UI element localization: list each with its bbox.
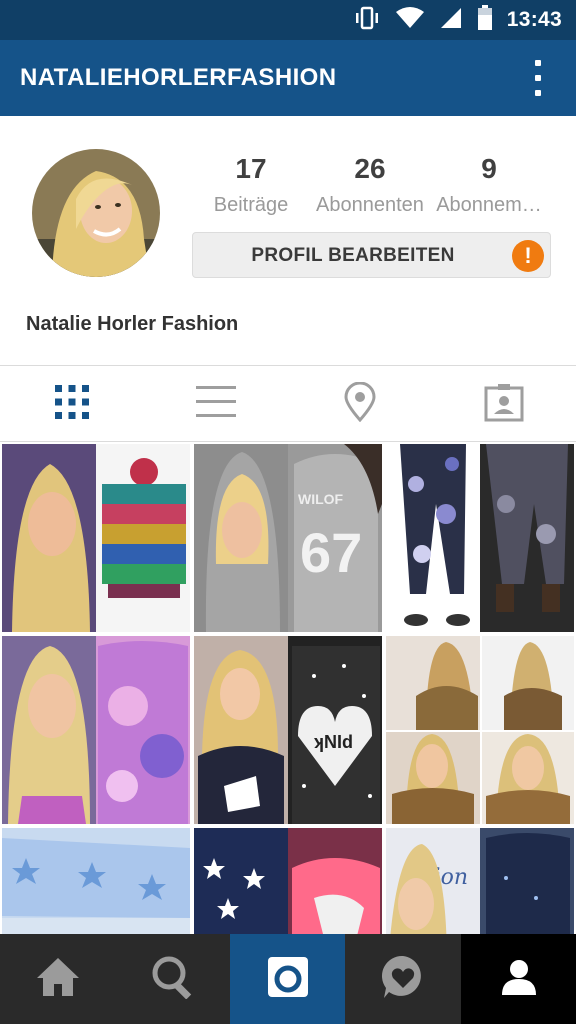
status-icons: 13:43	[353, 0, 562, 40]
following-count: 9	[481, 153, 497, 184]
svg-text:ʞNId: ʞNId	[314, 732, 353, 752]
following-label: Abonnem…	[436, 194, 542, 216]
tab-map[interactable]	[340, 381, 380, 427]
post-thumbnail[interactable]: ʞNId	[194, 636, 382, 824]
posts-count: 17	[235, 153, 267, 184]
svg-text:67: 67	[300, 521, 362, 584]
profile-icon	[499, 957, 539, 1002]
location-pin-icon	[344, 381, 376, 427]
followers-label: Abonnenten	[316, 194, 424, 216]
post-thumbnail[interactable]	[194, 828, 382, 934]
profile-username-title: NATALIEHORLERFASHION	[20, 64, 337, 91]
edit-profile-label: PROFIL BEARBEITEN	[251, 245, 455, 266]
post-thumbnail[interactable]	[386, 636, 574, 824]
followers-count: 26	[354, 153, 386, 184]
nav-home[interactable]	[0, 934, 115, 1024]
edit-profile-button[interactable]: PROFIL BEARBEITEN !	[192, 232, 551, 278]
vibrate-icon	[353, 6, 381, 35]
home-icon	[35, 956, 81, 1003]
list-icon	[196, 384, 236, 425]
nav-search[interactable]	[115, 934, 230, 1024]
nav-activity[interactable]	[345, 934, 460, 1024]
post-thumbnail[interactable]: fion	[386, 828, 574, 934]
wifi-icon	[395, 6, 425, 35]
search-icon	[151, 955, 195, 1004]
profile-view-tabs	[0, 366, 576, 442]
post-thumbnail[interactable]	[386, 444, 574, 632]
activity-heart-icon	[380, 954, 426, 1005]
nav-camera[interactable]	[230, 934, 345, 1024]
stat-posts[interactable]: 17 Beiträge	[191, 152, 311, 220]
status-bar: 13:43	[0, 0, 576, 40]
post-thumbnail[interactable]	[2, 828, 190, 934]
tab-grid[interactable]	[52, 384, 92, 424]
post-thumbnail[interactable]	[2, 636, 190, 824]
app-bar: NATALIEHORLERFASHION	[0, 40, 576, 116]
post-thumbnail[interactable]	[2, 444, 190, 632]
stat-followers[interactable]: 26 Abonnenten	[310, 152, 430, 220]
camera-icon	[266, 955, 310, 1004]
signal-icon	[439, 6, 463, 35]
grid-icon	[53, 383, 91, 426]
clock: 13:43	[506, 8, 562, 31]
post-thumbnail[interactable]: WILOF 67	[194, 444, 382, 632]
posts-label: Beiträge	[213, 194, 289, 216]
tab-tagged[interactable]	[484, 382, 524, 427]
tab-list[interactable]	[196, 384, 236, 424]
alert-icon: !	[512, 240, 544, 272]
stat-following[interactable]: 9 Abonnem…	[429, 152, 549, 220]
bottom-navigation	[0, 934, 576, 1024]
nav-profile[interactable]	[461, 934, 576, 1024]
avatar[interactable]	[32, 149, 160, 277]
battery-icon	[477, 4, 493, 36]
tagged-person-icon	[484, 382, 524, 427]
profile-full-name: Natalie Horler Fashion	[26, 313, 239, 335]
overflow-menu-icon[interactable]	[526, 60, 550, 96]
post-grid: WILOF 67 ʞNId fion	[0, 442, 576, 934]
svg-text:WILOF: WILOF	[298, 491, 344, 507]
